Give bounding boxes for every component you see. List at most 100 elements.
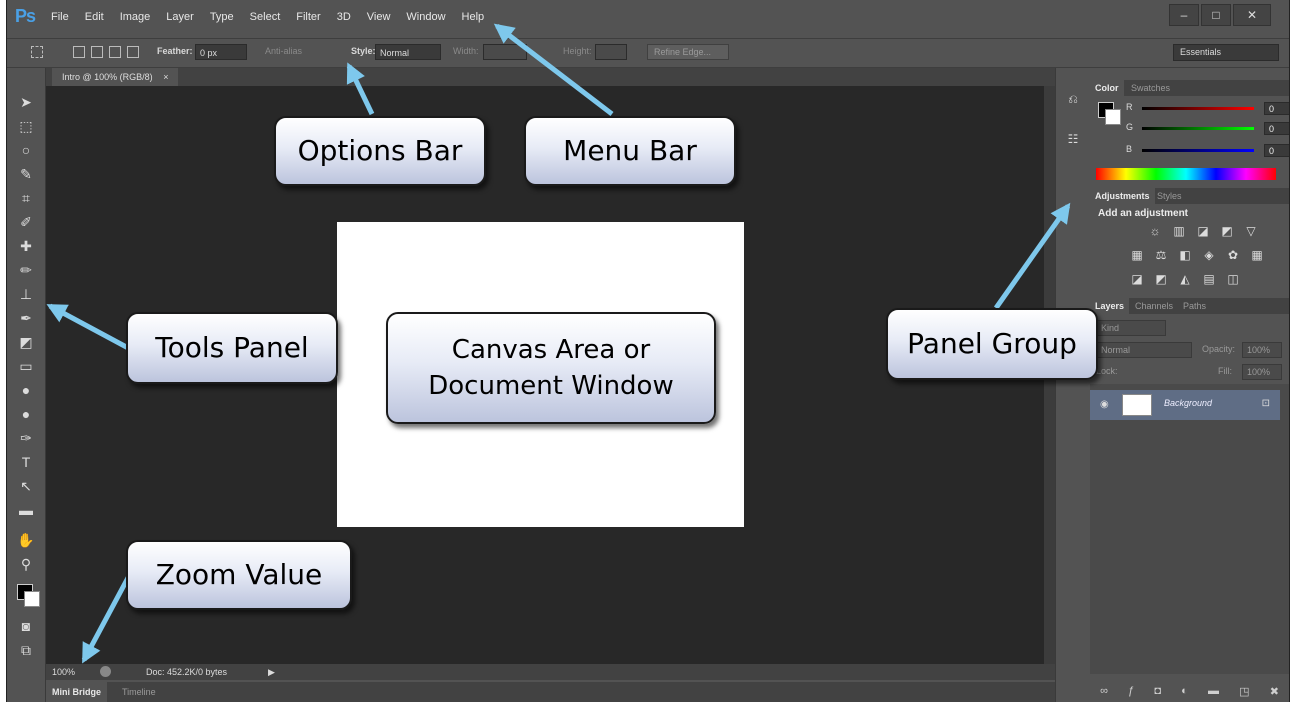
brightness-icon[interactable]: ☼: [1146, 224, 1164, 238]
type-tool-icon[interactable]: T: [16, 452, 36, 472]
threshold-icon[interactable]: ◭: [1176, 272, 1194, 286]
layer-name[interactable]: Background: [1164, 398, 1212, 408]
tab-channels[interactable]: Channels: [1130, 298, 1178, 314]
subtract-selection-icon[interactable]: [109, 46, 121, 58]
tab-color[interactable]: Color: [1090, 80, 1124, 96]
status-info-icon[interactable]: [100, 666, 111, 677]
tab-paths[interactable]: Paths: [1178, 298, 1211, 314]
workspace-select[interactable]: Essentials: [1173, 44, 1279, 61]
status-menu-arrow-icon[interactable]: ▶: [268, 666, 275, 678]
stamp-tool-icon[interactable]: ⊥: [16, 284, 36, 304]
add-mask-icon[interactable]: ◘: [1154, 685, 1161, 697]
new-selection-icon[interactable]: [73, 46, 85, 58]
menu-view[interactable]: View: [367, 11, 391, 23]
menu-select[interactable]: Select: [250, 11, 281, 23]
crop-tool-icon[interactable]: ⌗: [16, 188, 36, 208]
quick-mask-icon[interactable]: ◙: [16, 616, 36, 636]
tab-styles[interactable]: Styles: [1152, 188, 1187, 204]
document-tab[interactable]: Intro @ 100% (RGB/8) ×: [52, 68, 179, 86]
zoom-tool-icon[interactable]: ⚲: [16, 554, 36, 574]
blue-slider[interactable]: [1142, 149, 1254, 152]
tab-layers[interactable]: Layers: [1090, 298, 1130, 314]
width-input[interactable]: [483, 44, 527, 60]
feather-input[interactable]: 0 px: [195, 44, 247, 60]
new-group-icon[interactable]: ▬: [1208, 685, 1219, 697]
red-slider[interactable]: [1142, 107, 1254, 110]
background-color-swatch[interactable]: [24, 591, 40, 607]
eyedropper-tool-icon[interactable]: ✐: [16, 212, 36, 232]
menu-edit[interactable]: Edit: [85, 11, 104, 23]
photo-filter-icon[interactable]: ◈: [1200, 248, 1218, 262]
layer-row[interactable]: ◉ Background ⊡: [1090, 390, 1280, 420]
fill-input[interactable]: 100%: [1242, 364, 1282, 380]
menu-window[interactable]: Window: [406, 11, 445, 23]
hue-saturation-icon[interactable]: ▦: [1128, 248, 1146, 262]
healing-tool-icon[interactable]: ✚: [16, 236, 36, 256]
blend-mode-select[interactable]: Normal: [1096, 342, 1192, 358]
vibrance-icon[interactable]: ▽: [1242, 224, 1260, 238]
menu-type[interactable]: Type: [210, 11, 234, 23]
tab-adjustments[interactable]: Adjustments: [1090, 188, 1155, 204]
color-lookup-icon[interactable]: ▦: [1248, 248, 1266, 262]
opacity-input[interactable]: 100%: [1242, 342, 1282, 358]
menu-file[interactable]: File: [51, 11, 69, 23]
selective-color-icon[interactable]: ◫: [1224, 272, 1242, 286]
menu-help[interactable]: Help: [462, 11, 485, 23]
link-layers-icon[interactable]: ∞: [1100, 685, 1108, 697]
pen-tool-icon[interactable]: ✑: [16, 428, 36, 448]
color-balance-icon[interactable]: ⚖: [1152, 248, 1170, 262]
curves-icon[interactable]: ◪: [1194, 224, 1212, 238]
maximize-button[interactable]: □: [1201, 4, 1231, 26]
dodge-tool-icon[interactable]: ●: [16, 404, 36, 424]
tab-timeline[interactable]: Timeline: [116, 682, 162, 702]
levels-icon[interactable]: ▥: [1170, 224, 1188, 238]
menu-3d[interactable]: 3D: [337, 11, 351, 23]
new-layer-icon[interactable]: ◳: [1239, 685, 1249, 698]
gradient-tool-icon[interactable]: ▭: [16, 356, 36, 376]
gradient-map-icon[interactable]: ▤: [1200, 272, 1218, 286]
antialias-checkbox[interactable]: Anti-alias: [265, 46, 302, 56]
delete-layer-icon[interactable]: ✖: [1270, 685, 1279, 698]
posterize-icon[interactable]: ◩: [1152, 272, 1170, 286]
height-input[interactable]: [595, 44, 627, 60]
blue-value[interactable]: 0: [1264, 144, 1289, 157]
intersect-selection-icon[interactable]: [127, 46, 139, 58]
new-adjustment-icon[interactable]: ◐: [1181, 685, 1188, 697]
color-bg-swatch[interactable]: [1105, 109, 1121, 125]
hand-tool-icon[interactable]: ✋: [16, 530, 36, 550]
close-button[interactable]: ✕: [1233, 4, 1271, 26]
visibility-eye-icon[interactable]: ◉: [1100, 399, 1109, 410]
tab-mini-bridge[interactable]: Mini Bridge: [46, 682, 107, 702]
green-value[interactable]: 0: [1264, 122, 1289, 135]
path-select-tool-icon[interactable]: ↖: [16, 476, 36, 496]
refine-edge-button[interactable]: Refine Edge...: [647, 44, 729, 60]
zoom-value-field[interactable]: 100%: [52, 666, 82, 678]
history-brush-tool-icon[interactable]: ✒: [16, 308, 36, 328]
minimize-button[interactable]: –: [1169, 4, 1199, 26]
black-white-icon[interactable]: ◧: [1176, 248, 1194, 262]
eraser-tool-icon[interactable]: ◩: [16, 332, 36, 352]
menu-filter[interactable]: Filter: [296, 11, 320, 23]
exposure-icon[interactable]: ◩: [1218, 224, 1236, 238]
shape-tool-icon[interactable]: ▬: [16, 500, 36, 520]
green-slider[interactable]: [1142, 127, 1254, 130]
blur-tool-icon[interactable]: ●: [16, 380, 36, 400]
marquee-tool-icon[interactable]: ⬚: [16, 116, 36, 136]
marquee-preset-icon[interactable]: [31, 46, 43, 58]
menu-layer[interactable]: Layer: [166, 11, 194, 23]
history-panel-icon[interactable]: ⎌: [1064, 90, 1082, 108]
color-spectrum[interactable]: [1096, 168, 1276, 180]
channel-mixer-icon[interactable]: ✿: [1224, 248, 1242, 262]
red-value[interactable]: 0: [1264, 102, 1289, 115]
add-selection-icon[interactable]: [91, 46, 103, 58]
menu-image[interactable]: Image: [120, 11, 151, 23]
screen-mode-icon[interactable]: ⧉: [16, 640, 36, 660]
quick-select-tool-icon[interactable]: ✎: [16, 164, 36, 184]
tab-swatches[interactable]: Swatches: [1126, 80, 1175, 96]
layer-kind-filter[interactable]: Kind: [1096, 320, 1166, 336]
brush-tool-icon[interactable]: ✏: [16, 260, 36, 280]
lasso-tool-icon[interactable]: ○: [16, 140, 36, 160]
style-select[interactable]: Normal: [375, 44, 441, 60]
layer-style-icon[interactable]: ƒ: [1128, 685, 1134, 697]
invert-icon[interactable]: ◪: [1128, 272, 1146, 286]
